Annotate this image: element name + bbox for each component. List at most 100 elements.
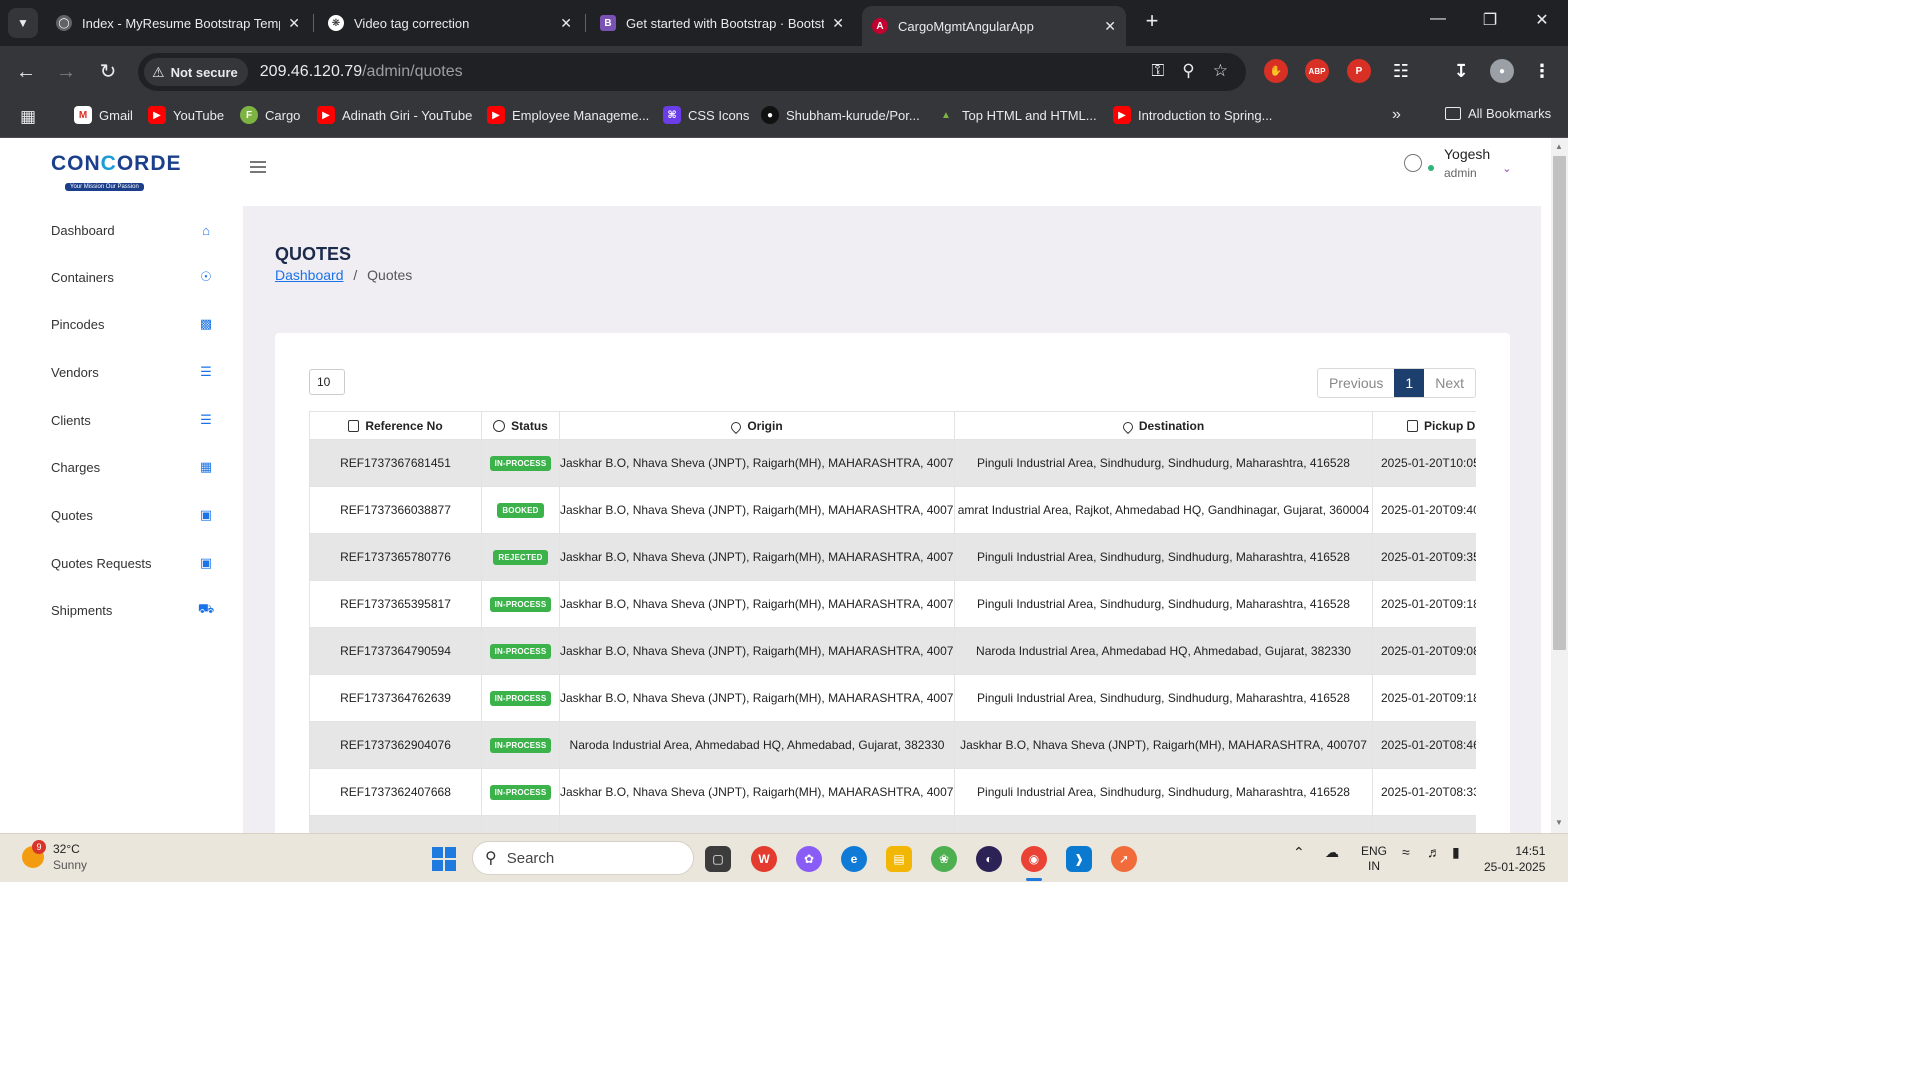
task-view-icon[interactable]: ▢ — [705, 846, 731, 872]
close-tab-icon[interactable]: ✕ — [560, 15, 572, 32]
postman-icon[interactable]: ➚ — [1111, 846, 1137, 872]
column-header-pickup[interactable]: Pickup D — [1372, 411, 1476, 440]
back-arrow-icon[interactable]: ← — [14, 60, 38, 84]
zoom-icon[interactable]: ⚲ — [1182, 61, 1194, 81]
column-header-status[interactable]: Status — [481, 411, 560, 440]
sidebar-item-quotes[interactable]: Quotes ▣ — [51, 503, 213, 527]
reload-icon[interactable]: ↻ — [96, 60, 120, 84]
column-header-destination[interactable]: Destination — [954, 411, 1373, 440]
spring-tools-icon[interactable]: ❀ — [931, 846, 957, 872]
table-row[interactable]: REF1737362904076 IN-PROCESS Naroda Indus… — [309, 721, 1476, 769]
scrollbar-thumb[interactable] — [1553, 156, 1566, 650]
sidebar-item-dashboard[interactable]: Dashboard ⌂ — [51, 218, 213, 242]
browser-tab-cargo[interactable]: A CargoMgmtAngularApp ✕ — [862, 6, 1126, 46]
security-chip[interactable]: ⚠ Not secure — [144, 58, 248, 86]
bookmarks-bar: ▦ M Gmail ▶ YouTube F Cargo ▶ Adinath Giri -… — [0, 98, 1568, 138]
column-header-reference[interactable]: Reference No — [309, 411, 482, 440]
browser-toolbar: ← → ↻ ⚠ Not secure 209.46.120.79/admin/q… — [0, 46, 1568, 98]
taskbar-search-box[interactable]: ⚲ Search — [472, 841, 694, 875]
new-tab-button[interactable]: + — [1140, 10, 1164, 34]
previous-page-button[interactable]: Previous — [1318, 369, 1394, 397]
page-size-select[interactable]: 10 — [309, 369, 345, 395]
windows-start-icon[interactable] — [432, 847, 456, 871]
vscode-icon[interactable]: ❱ — [1066, 846, 1092, 872]
browser-tab-myresume[interactable]: ◯ Index - MyResume Bootstrap Temp ✕ — [46, 8, 310, 38]
system-clock[interactable]: 14:51 25-01-2025 — [1484, 843, 1545, 875]
hamburger-menu-icon[interactable] — [250, 161, 266, 176]
sidebar-item-containers[interactable]: Containers ☉ — [51, 265, 213, 289]
breadcrumb-dashboard-link[interactable]: Dashboard — [275, 267, 344, 283]
download-icon[interactable]: ↧ — [1449, 59, 1473, 83]
volume-icon[interactable]: ♬ — [1427, 844, 1441, 860]
page-1-button[interactable]: 1 — [1394, 369, 1425, 397]
password-key-icon[interactable]: ⚿ — [1151, 61, 1164, 81]
browser-tab-video[interactable]: ❋ Video tag correction ✕ — [318, 8, 582, 38]
browser-tab-bootstrap[interactable]: B Get started with Bootstrap · Bootst ✕ — [590, 8, 854, 38]
table-row[interactable]: REF1737365395817 IN-PROCESS Jaskhar B.O,… — [309, 580, 1476, 628]
table-row[interactable]: REF1737364762639 IN-PROCESS Jaskhar B.O,… — [309, 674, 1476, 722]
chevron-down-icon[interactable]: ⌄ — [1502, 162, 1511, 175]
copilot-icon[interactable]: ✿ — [796, 846, 822, 872]
extension-badge-icon[interactable]: P — [1347, 59, 1371, 83]
sidebar-item-charges[interactable]: Charges ▦ — [51, 455, 213, 479]
bookmark-star-icon[interactable]: ☆ — [1213, 61, 1228, 81]
sidebar-item-pincodes[interactable]: Pincodes ▩ — [51, 312, 213, 336]
bookmark-cargo[interactable]: F Cargo — [240, 106, 300, 124]
user-menu[interactable]: Yogesh admin ⌄ — [1404, 146, 1511, 180]
chevron-up-icon[interactable]: ⌃ — [1293, 844, 1305, 861]
weather-widget[interactable]: 9 32°C Sunny — [22, 840, 87, 872]
wps-office-icon[interactable]: W — [751, 846, 777, 872]
table-row[interactable]: REF1737365780776 REJECTED Jaskhar B.O, N… — [309, 533, 1476, 581]
edge-icon[interactable]: e — [841, 846, 867, 872]
address-bar[interactable]: ⚠ Not secure 209.46.120.79/admin/quotes … — [138, 53, 1246, 91]
next-page-button[interactable]: Next — [1424, 369, 1475, 397]
forward-arrow-icon[interactable]: → — [54, 60, 78, 84]
bookmark-youtube[interactable]: ▶ YouTube — [148, 106, 224, 124]
stop-hand-extension-icon[interactable]: ✋ — [1264, 59, 1288, 83]
all-bookmarks-button[interactable]: All Bookmarks — [1445, 106, 1551, 121]
adblock-extension-icon[interactable]: ABP — [1305, 59, 1329, 83]
bookmark-gmail[interactable]: M Gmail — [74, 106, 133, 124]
more-bookmarks-chevron-icon[interactable]: » — [1392, 106, 1401, 124]
bookmark-adinath[interactable]: ▶ Adinath Giri - YouTube — [317, 106, 472, 124]
restore-icon[interactable]: ❐ — [1478, 10, 1502, 30]
kebab-menu-icon[interactable]: ⋮ — [1530, 59, 1554, 83]
tab-search-button[interactable]: ▼ — [8, 8, 38, 38]
battery-icon[interactable]: ▮ — [1452, 844, 1460, 861]
table-row[interactable]: REF1737366038877 BOOKED Jaskhar B.O, Nha… — [309, 486, 1476, 534]
table-row[interactable]: REF1737367681451 IN-PROCESS Jaskhar B.O,… — [309, 439, 1476, 487]
scroll-up-arrow-icon[interactable]: ▲ — [1555, 142, 1563, 151]
sidebar-item-vendors[interactable]: Vendors ☰ — [51, 360, 213, 384]
bookmark-employee[interactable]: ▶ Employee Manageme... — [487, 106, 649, 124]
scroll-down-arrow-icon[interactable]: ▼ — [1555, 818, 1563, 827]
bookmark-spring[interactable]: ▶ Introduction to Spring... — [1113, 106, 1272, 124]
table-row[interactable]: REF1737362407668 IN-PROCESS Jaskhar B.O,… — [309, 768, 1476, 816]
sidebar-item-shipments[interactable]: Shipments ⛟ — [51, 598, 214, 622]
bookmark-label: Shubham-kurude/Por... — [786, 107, 920, 123]
extensions-puzzle-icon[interactable]: ☷ — [1389, 59, 1413, 83]
close-window-icon[interactable]: ✕ — [1530, 10, 1554, 30]
language-indicator[interactable]: ENG IN — [1361, 844, 1387, 874]
sidebar-item-quotes-requests[interactable]: Quotes Requests ▣ — [51, 551, 213, 575]
apps-grid-icon[interactable]: ▦ — [20, 107, 36, 127]
close-tab-icon[interactable]: ✕ — [1104, 18, 1116, 35]
eclipse-icon[interactable]: ◐ — [976, 846, 1002, 872]
close-tab-icon[interactable]: ✕ — [288, 15, 300, 32]
wifi-icon[interactable]: ≈ — [1402, 844, 1410, 860]
bookmark-css-icons[interactable]: ⌘ CSS Icons — [663, 106, 749, 124]
file-explorer-icon[interactable]: ▤ — [886, 846, 912, 872]
close-tab-icon[interactable]: ✕ — [832, 15, 844, 32]
minimize-icon[interactable]: — — [1426, 10, 1450, 28]
chrome-icon[interactable]: ◉ — [1021, 846, 1047, 872]
url-text[interactable]: 209.46.120.79/admin/quotes — [260, 63, 463, 81]
cloud-icon[interactable]: ☁ — [1325, 844, 1339, 861]
profile-avatar[interactable]: ● — [1490, 59, 1514, 83]
sidebar-item-clients[interactable]: Clients ☰ — [51, 408, 213, 432]
table-row[interactable]: REF1737364790594 IN-PROCESS Jaskhar B.O,… — [309, 627, 1476, 675]
bookmark-html[interactable]: ▲ Top HTML and HTML... — [937, 106, 1097, 124]
column-header-origin[interactable]: Origin — [559, 411, 955, 440]
page-scrollbar[interactable]: ▲ ▼ — [1551, 138, 1568, 833]
logo-wordmark: CONCORDE — [51, 152, 182, 176]
concorde-logo[interactable]: CONCORDE Your Mission Our Passion — [51, 152, 182, 191]
bookmark-github[interactable]: ● Shubham-kurude/Por... — [761, 106, 920, 124]
